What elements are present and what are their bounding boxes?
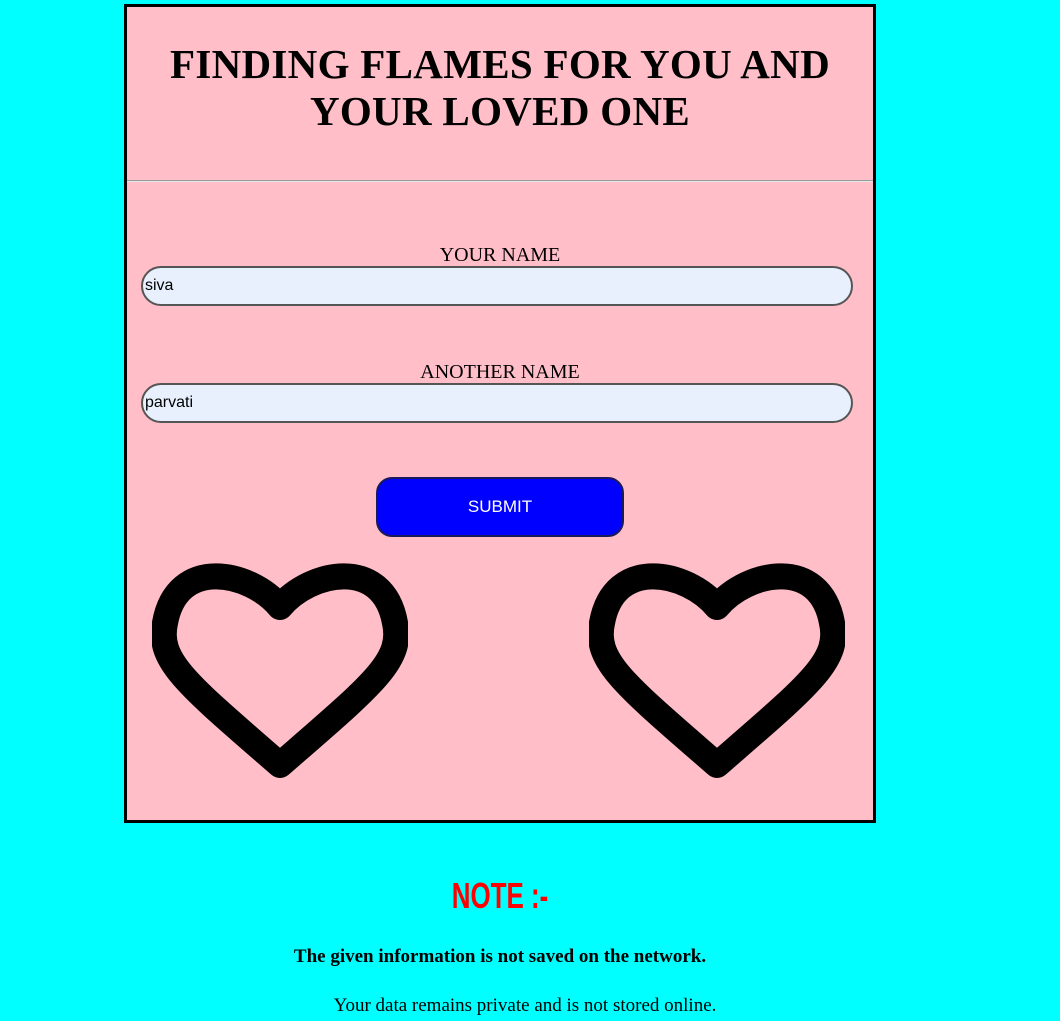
submit-button[interactable]: SUBMIT bbox=[376, 477, 624, 537]
note-bold-text: The given information is not saved on th… bbox=[293, 946, 707, 967]
flames-card: FINDING FLAMES FOR YOU AND YOUR LOVED ON… bbox=[124, 4, 876, 823]
page-title: FINDING FLAMES FOR YOU AND YOUR LOVED ON… bbox=[169, 41, 831, 134]
your-name-label: YOUR NAME bbox=[439, 244, 561, 266]
note-heading: NOTE :- bbox=[451, 875, 549, 916]
another-name-label: ANOTHER NAME bbox=[420, 361, 580, 383]
header-divider bbox=[127, 180, 873, 182]
another-name-input[interactable] bbox=[141, 383, 853, 423]
left-heart-icon bbox=[152, 563, 408, 778]
your-name-input[interactable] bbox=[141, 266, 853, 306]
note-text: Your data remains private and is not sto… bbox=[333, 995, 717, 1016]
right-heart-icon bbox=[589, 563, 845, 778]
